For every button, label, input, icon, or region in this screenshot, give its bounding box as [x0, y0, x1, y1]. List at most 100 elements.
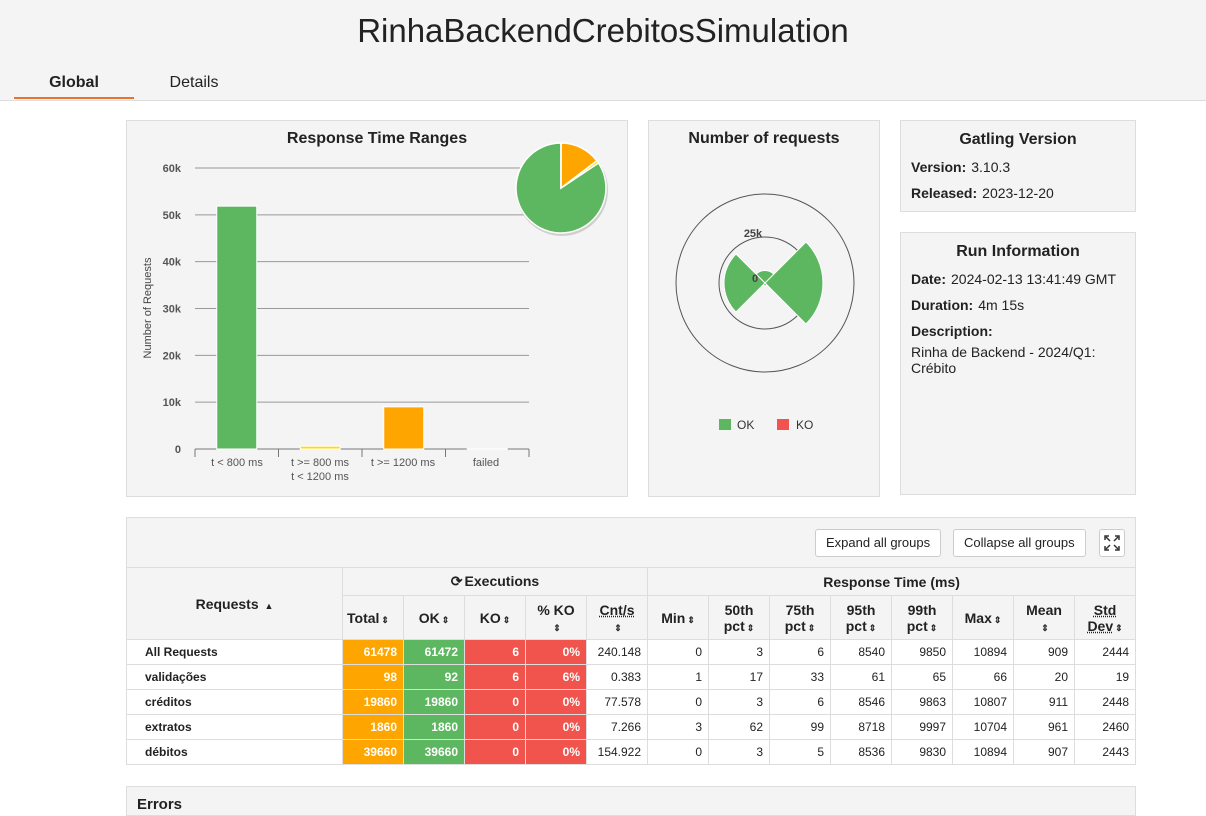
y-tick-label: 10k	[163, 397, 182, 409]
cell-total: 1860	[343, 715, 404, 740]
response-time-ranges-card: Response Time Ranges Number of Requests …	[126, 120, 628, 497]
cell-min: 0	[648, 740, 709, 765]
run-information-title: Run Information	[901, 243, 1135, 261]
y-tick-label: 50k	[163, 210, 182, 222]
table-row[interactable]: validações989266%0.383117336165662019	[127, 665, 1136, 690]
released-label: Released:	[911, 185, 977, 201]
collapse-all-groups-button[interactable]: Collapse all groups	[953, 529, 1086, 557]
table-row[interactable]: débitos396603966000%154.9220358536983010…	[127, 740, 1136, 765]
sort-asc-icon: ▲	[265, 601, 274, 611]
fullscreen-icon	[1100, 530, 1124, 556]
cell-total: 61478	[343, 640, 404, 665]
table-row[interactable]: extratos1860186000%7.2663629987189997107…	[127, 715, 1136, 740]
cell-p99: 9997	[892, 715, 953, 740]
y-tick-label: 30k	[163, 304, 182, 316]
column-std-dev[interactable]: StdDev⇕	[1075, 596, 1136, 640]
bar[interactable]	[217, 206, 257, 449]
cell-ko: 0	[465, 715, 526, 740]
version-row: Version:3.10.3	[911, 159, 1010, 175]
cell-name[interactable]: débitos	[127, 740, 343, 765]
sort-icon: ⇕	[747, 623, 755, 633]
cell-std: 2444	[1075, 640, 1136, 665]
column-min-label: Min	[661, 610, 685, 626]
cell-ok: 92	[404, 665, 465, 690]
cell-std: 19	[1075, 665, 1136, 690]
sort-icon: ⇕	[503, 615, 511, 625]
column-p75[interactable]: 75thpct⇕	[770, 596, 831, 640]
tab-global[interactable]: Global	[14, 74, 134, 92]
page-header: RinhaBackendCrebitosSimulation Global De…	[0, 0, 1206, 101]
cell-pct-ko: 0%	[526, 640, 587, 665]
column-p75-label: 75th	[771, 602, 829, 618]
bar[interactable]	[300, 446, 340, 449]
table-row[interactable]: créditos198601986000%77.5780368546986310…	[127, 690, 1136, 715]
released-value: 2023-12-20	[982, 185, 1054, 201]
sort-icon: ⇕	[1041, 623, 1049, 633]
active-tab-indicator	[14, 97, 134, 99]
cell-name[interactable]: extratos	[127, 715, 343, 740]
column-max[interactable]: Max⇕	[953, 596, 1014, 640]
column-ko[interactable]: KO⇕	[465, 596, 526, 640]
requests-header-label: Requests	[196, 596, 259, 612]
fullscreen-button[interactable]	[1099, 529, 1125, 557]
sort-icon: ⇕	[930, 623, 938, 633]
requests-column-header[interactable]: Requests ▲	[127, 568, 343, 640]
cell-name[interactable]: validações	[127, 665, 343, 690]
sort-icon: ⇕	[614, 623, 622, 633]
description-value: Rinha de Backend - 2024/Q1: Crébito	[911, 344, 1095, 376]
cell-name[interactable]: créditos	[127, 690, 343, 715]
column-pct-ko-label: % KO	[527, 602, 585, 618]
column-pct-ko[interactable]: % KO⇕	[526, 596, 587, 640]
sort-icon: ⇕	[687, 615, 695, 625]
cell-p95: 8546	[831, 690, 892, 715]
column-cnt-s[interactable]: Cnt/s⇕	[587, 596, 648, 640]
y-tick-label: 40k	[163, 257, 182, 269]
description-line: Crébito	[911, 360, 1095, 376]
cell-ko: 6	[465, 640, 526, 665]
cell-ok: 19860	[404, 690, 465, 715]
cell-p75: 33	[770, 665, 831, 690]
column-min[interactable]: Min⇕	[648, 596, 709, 640]
column-p95-sublabel: pct	[846, 618, 867, 634]
column-p95-label: 95th	[832, 602, 890, 618]
cell-p75: 6	[770, 640, 831, 665]
description-line: Rinha de Backend - 2024/Q1:	[911, 344, 1095, 360]
table-row[interactable]: All Requests614786147260%240.14803685409…	[127, 640, 1136, 665]
column-max-label: Max	[965, 610, 992, 626]
tab-global-label: Global	[49, 74, 99, 91]
cell-cnt: 0.383	[587, 665, 648, 690]
column-ko-label: KO	[480, 610, 501, 626]
version-value: 3.10.3	[971, 159, 1010, 175]
cell-max: 10894	[953, 640, 1014, 665]
run-information-card: Run Information Date:2024-02-13 13:41:49…	[900, 232, 1136, 495]
gatling-version-card: Gatling Version Version:3.10.3 Released:…	[900, 120, 1136, 212]
x-tick-label: t >= 800 ms	[291, 457, 350, 469]
legend-ko-label[interactable]: KO	[796, 418, 813, 432]
cell-ok: 1860	[404, 715, 465, 740]
cell-mean: 961	[1014, 715, 1075, 740]
sort-icon: ⇕	[442, 615, 450, 625]
column-std-label: Std	[1076, 602, 1134, 618]
column-mean[interactable]: Mean⇕	[1014, 596, 1075, 640]
column-p99[interactable]: 99thpct⇕	[892, 596, 953, 640]
expand-all-groups-button[interactable]: Expand all groups	[815, 529, 941, 557]
sort-icon: ⇕	[808, 623, 816, 633]
cell-mean: 20	[1014, 665, 1075, 690]
column-total[interactable]: Total⇕	[343, 596, 404, 640]
date-value: 2024-02-13 13:41:49 GMT	[951, 271, 1116, 287]
cell-cnt: 154.922	[587, 740, 648, 765]
cell-max: 66	[953, 665, 1014, 690]
cell-min: 0	[648, 690, 709, 715]
bar[interactable]	[384, 407, 424, 449]
column-p95[interactable]: 95thpct⇕	[831, 596, 892, 640]
cell-ko: 0	[465, 690, 526, 715]
simulation-title: RinhaBackendCrebitosSimulation	[0, 12, 1206, 50]
cell-min: 1	[648, 665, 709, 690]
tab-details[interactable]: Details	[150, 74, 238, 92]
column-p50[interactable]: 50thpct⇕	[709, 596, 770, 640]
column-std-sublabel: Dev	[1087, 618, 1113, 634]
column-ok[interactable]: OK⇕	[404, 596, 465, 640]
cell-name[interactable]: All Requests	[127, 640, 343, 665]
legend-ok-label[interactable]: OK	[737, 418, 754, 432]
column-ok-label: OK	[419, 610, 440, 626]
